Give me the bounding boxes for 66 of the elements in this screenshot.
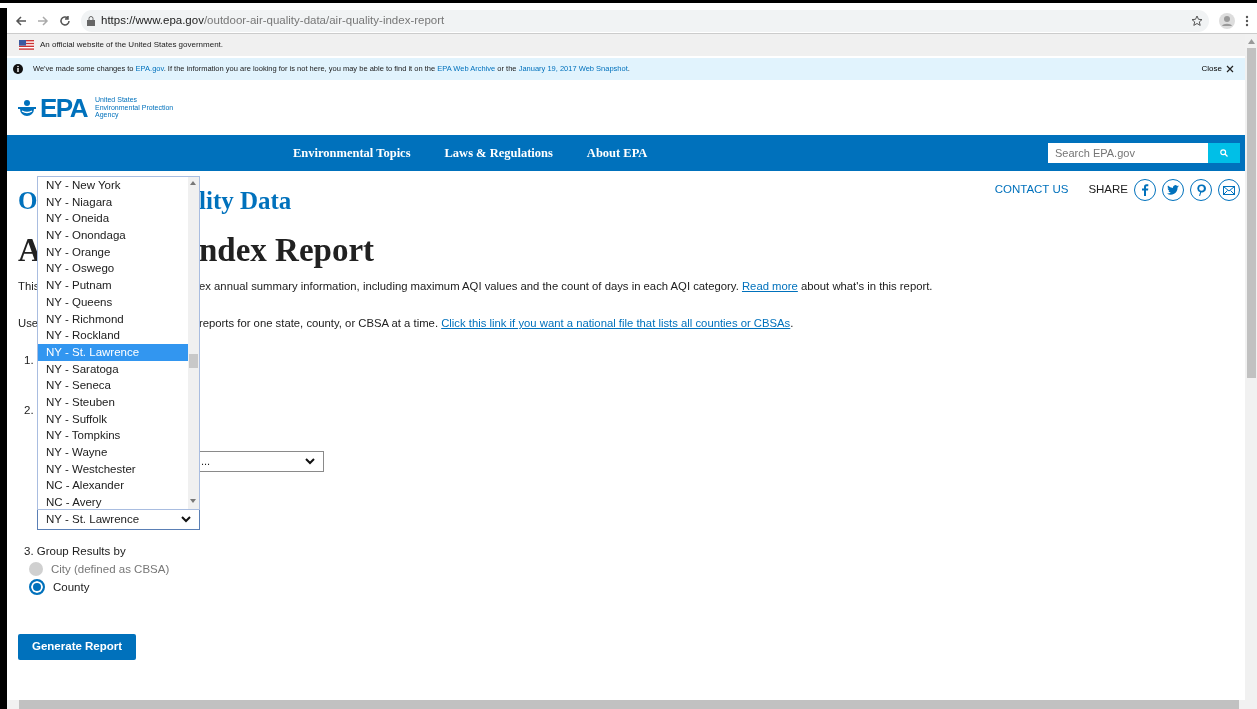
dropdown-option[interactable]: NY - Niagara [38, 193, 188, 211]
page-title-fragment: O [18, 187, 38, 214]
dropdown-option[interactable]: NY - Onondaga [38, 227, 188, 244]
address-bar[interactable]: https://www.epa.gov/outdoor-air-quality-data/air-quality-index-report [81, 9, 1209, 32]
scroll-thumb[interactable] [189, 354, 198, 368]
star-icon[interactable] [1191, 14, 1203, 27]
scroll-down-icon[interactable] [190, 499, 196, 503]
list-scrollbar[interactable] [188, 177, 199, 509]
dropdown-option[interactable]: NC - Avery [38, 494, 188, 509]
scroll-up-icon[interactable] [190, 181, 196, 185]
close-icon [1226, 65, 1234, 73]
generate-report-button[interactable]: Generate Report [18, 634, 137, 660]
back-icon[interactable] [15, 14, 27, 27]
county-select[interactable]: NY - St. Lawrence [37, 509, 200, 530]
usage-text-fragment: Use [18, 317, 39, 329]
lock-icon [87, 15, 95, 26]
dropdown-option[interactable]: NY - Wayne [38, 444, 188, 461]
avatar-icon[interactable] [1219, 12, 1235, 29]
nav-item[interactable]: About EPA [569, 143, 665, 163]
dropdown-option[interactable]: NY - Steuben [38, 393, 188, 411]
dropdown-option[interactable]: NY - Saratoga [38, 360, 188, 378]
flag-icon [19, 40, 34, 50]
chevron-down-icon [181, 516, 191, 523]
scroll-up-icon[interactable] [1247, 39, 1255, 44]
reload-icon[interactable] [59, 14, 71, 27]
nav-item[interactable]: Laws & Regulations [427, 143, 570, 163]
logo-wordmark[interactable]: EPA [40, 94, 88, 121]
intro-text-fragment: ex annual summary information, including maximum AQI values and the count of days in each AQI category. Read more about what's in this report. [199, 279, 933, 294]
nav-item[interactable]: Environmental Topics [276, 143, 428, 163]
step-number: 1. [24, 354, 34, 366]
close-button[interactable]: Close [1201, 63, 1234, 75]
dropdown-option[interactable]: NY - Oneida [38, 210, 188, 228]
page-title-fragment: lity Data [199, 186, 292, 216]
area-select[interactable]: ... [199, 451, 324, 472]
inline-link[interactable]: Read more [741, 280, 798, 292]
dropdown-option[interactable]: NY - Orange [38, 243, 188, 261]
dropdown-option[interactable]: NC - Alexander [38, 477, 188, 495]
dropdown-option[interactable]: NY - Rockland [38, 327, 188, 344]
dropdown-option[interactable]: NY - Queens [38, 293, 188, 311]
group-by-label: 3. Group Results by [24, 545, 126, 557]
dropdown-option[interactable]: NY - Westchester [38, 460, 188, 478]
search-icon [1220, 149, 1228, 157]
dropdown-option[interactable]: NY - Richmond [38, 310, 188, 328]
forward-icon[interactable] [37, 14, 49, 27]
dropdown-option[interactable]: NY - New York [38, 177, 188, 194]
step-number: 2. [24, 404, 34, 416]
radio-button[interactable] [29, 579, 45, 595]
search-field[interactable]: Search EPA.gov [1048, 143, 1208, 163]
contact-link[interactable]: CONTACT US [994, 181, 1069, 199]
dropdown-option[interactable]: NY - Oswego [38, 260, 188, 278]
usage-text-fragment: reports for one state, county, or CBSA at a time. Click this link if you want a national file that lists all counties or CBSAs. [199, 316, 794, 331]
epa-logo-icon[interactable] [18, 97, 36, 118]
vertical-scrollbar[interactable] [1245, 34, 1257, 709]
horizontal-scrollbar[interactable] [7, 700, 1245, 709]
radio-label[interactable]: County [53, 578, 90, 596]
dropdown-option[interactable]: NY - Tompkins [38, 427, 188, 444]
dropdown-option[interactable]: NY - Putnam [38, 277, 188, 294]
menu-icon[interactable] [1245, 14, 1249, 27]
dropdown-option[interactable]: NY - Seneca [38, 377, 188, 394]
gov-banner-text: An official website of the United States government. [40, 39, 224, 51]
info-icon [13, 64, 23, 74]
dropdown-option[interactable]: NY - Suffolk [38, 410, 188, 428]
url-text: https://www.epa.gov/outdoor-air-quality-data/air-quality-index-report [101, 12, 445, 28]
report-title-fragment: ndex Report [199, 231, 375, 270]
share-label: SHARE [1088, 182, 1128, 198]
chevron-down-icon [305, 458, 315, 465]
